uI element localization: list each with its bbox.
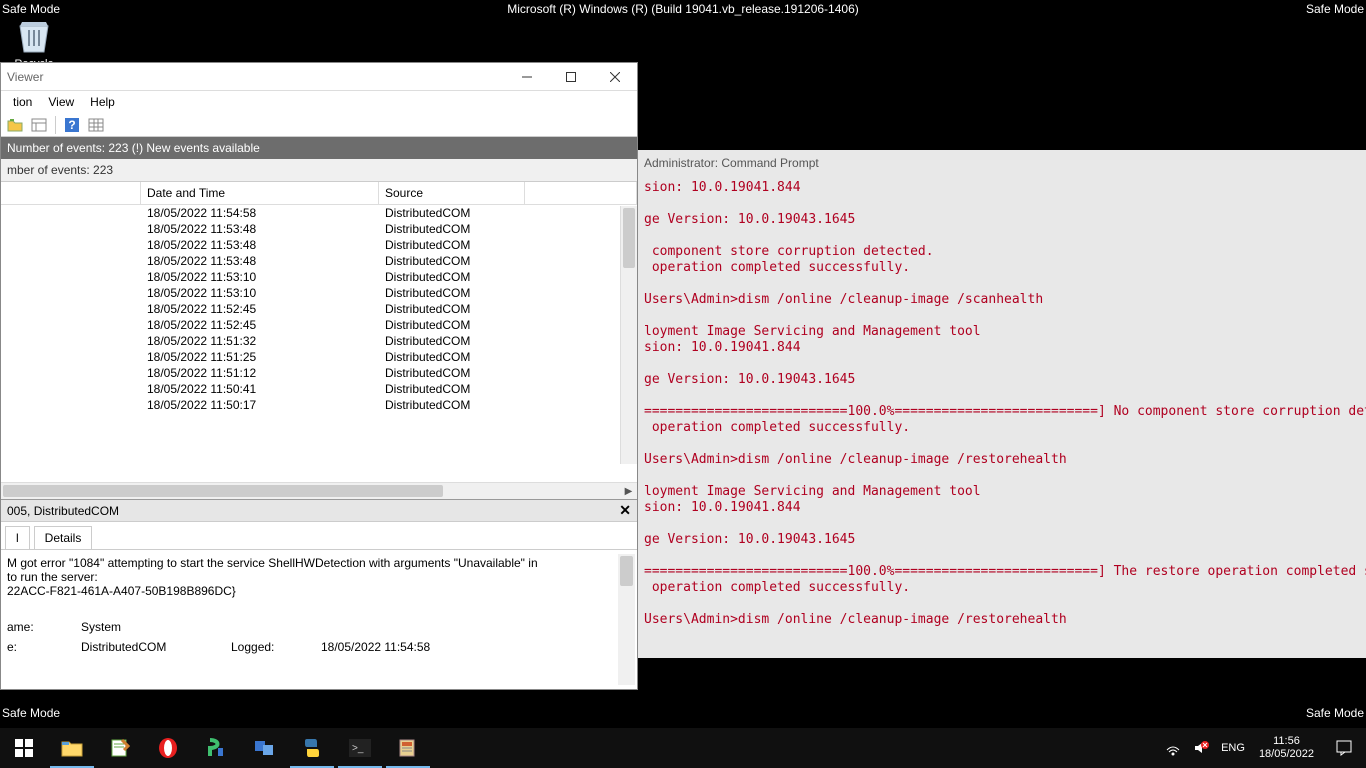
minimize-button[interactable] xyxy=(505,63,549,91)
col-blank[interactable] xyxy=(525,182,637,204)
col-datetime[interactable]: Date and Time xyxy=(141,182,379,204)
table-row[interactable]: 18/05/2022 11:53:10DistributedCOM xyxy=(1,285,637,301)
table-row[interactable]: 18/05/2022 11:52:45DistributedCOM xyxy=(1,301,637,317)
event-table-header: Date and Time Source xyxy=(1,182,637,205)
toolbar-separator xyxy=(55,116,56,134)
table-row[interactable]: 18/05/2022 11:53:48DistributedCOM xyxy=(1,221,637,237)
taskbar-time: 11:56 xyxy=(1259,735,1314,748)
event-viewer-title: Viewer xyxy=(1,70,505,84)
event-detail-line1: M got error "1084" attempting to start t… xyxy=(7,556,631,570)
watermark-top-right: Safe Mode xyxy=(1306,2,1364,16)
taskbar-file-explorer[interactable] xyxy=(48,728,96,768)
taskbar-clock[interactable]: 11:56 18/05/2022 xyxy=(1251,735,1322,761)
svg-text:?: ? xyxy=(68,118,75,132)
table-row[interactable]: 18/05/2022 11:51:32DistributedCOM xyxy=(1,333,637,349)
toolbar-open-icon[interactable] xyxy=(5,115,25,135)
table-row[interactable]: 18/05/2022 11:50:41DistributedCOM xyxy=(1,381,637,397)
tray-volume-icon[interactable] xyxy=(1187,728,1215,768)
event-summary-bar: Number of events: 223 (!) New events ava… xyxy=(1,137,637,159)
watermark-bottom-left: Safe Mode xyxy=(2,706,60,720)
toolbar-help-icon[interactable]: ? xyxy=(62,115,82,135)
command-prompt-title: Administrator: Command Prompt xyxy=(644,156,819,170)
kv-logged-key: Logged: xyxy=(231,640,321,654)
kv-logged-val: 18/05/2022 11:54:58 xyxy=(321,640,471,654)
tab-general[interactable]: l xyxy=(5,526,30,549)
menu-action[interactable]: tion xyxy=(5,93,40,111)
table-row[interactable]: 18/05/2022 11:53:48DistributedCOM xyxy=(1,237,637,253)
menu-view[interactable]: View xyxy=(40,93,82,111)
table-row[interactable]: 18/05/2022 11:53:10DistributedCOM xyxy=(1,269,637,285)
tray-wifi-icon[interactable] xyxy=(1159,728,1187,768)
event-detail-vscrollbar[interactable] xyxy=(618,554,635,685)
maximize-button[interactable] xyxy=(549,63,593,91)
event-viewer-toolbar: ? xyxy=(1,113,637,137)
taskbar: >_ ENG 11:56 18/05/2022 xyxy=(0,728,1366,768)
taskbar-app-green[interactable] xyxy=(192,728,240,768)
taskbar-event-viewer[interactable] xyxy=(384,728,432,768)
kv-logname-key: ame: xyxy=(7,620,81,634)
table-row[interactable]: 18/05/2022 11:51:25DistributedCOM xyxy=(1,349,637,365)
table-row[interactable]: 18/05/2022 11:52:45DistributedCOM xyxy=(1,317,637,333)
event-detail-line2: to run the server: xyxy=(7,570,631,584)
kv-source-val: DistributedCOM xyxy=(81,640,231,654)
toolbar-grid-icon[interactable] xyxy=(86,115,106,135)
event-detail-pane: 005, DistributedCOM ✕ l Details M got er… xyxy=(1,499,637,689)
event-table-vscrollbar[interactable] xyxy=(620,206,637,464)
taskbar-python[interactable] xyxy=(288,728,336,768)
svg-text:>_: >_ xyxy=(352,743,364,754)
tab-details[interactable]: Details xyxy=(34,526,93,549)
tray-language[interactable]: ENG xyxy=(1215,728,1251,768)
start-button[interactable] xyxy=(0,728,48,768)
event-sub-summary: mber of events: 223 xyxy=(1,159,637,182)
taskbar-command-prompt[interactable]: >_ xyxy=(336,728,384,768)
watermark-build: Microsoft (R) Windows (R) (Build 19041.v… xyxy=(507,2,859,16)
col-source[interactable]: Source xyxy=(379,182,525,204)
taskbar-opera[interactable] xyxy=(144,728,192,768)
tray-notifications-icon[interactable] xyxy=(1322,728,1366,768)
kv-logname-val: System xyxy=(81,620,231,634)
event-detail-header: 005, DistributedCOM ✕ xyxy=(1,500,637,522)
table-row[interactable]: 18/05/2022 11:50:17DistributedCOM xyxy=(1,397,637,413)
command-prompt-window: Administrator: Command Prompt sion: 10.0… xyxy=(638,150,1366,658)
event-detail-close-icon[interactable]: ✕ xyxy=(619,502,631,519)
taskbar-app-blue[interactable] xyxy=(240,728,288,768)
menu-help[interactable]: Help xyxy=(82,93,123,111)
recycle-bin-icon xyxy=(14,16,54,56)
table-row[interactable]: 18/05/2022 11:54:58DistributedCOM xyxy=(1,205,637,221)
command-prompt-titlebar[interactable]: Administrator: Command Prompt xyxy=(638,150,1366,176)
taskbar-notepadpp[interactable] xyxy=(96,728,144,768)
event-viewer-window: Viewer tion View Help ? Number of events… xyxy=(0,62,638,690)
event-viewer-titlebar[interactable]: Viewer xyxy=(1,63,637,91)
col-level[interactable] xyxy=(1,182,141,204)
event-detail-line3: 22ACC-F821-461A-A407-50B198B896DC} xyxy=(7,584,631,598)
event-table-hscrollbar[interactable]: ▶ xyxy=(1,482,637,499)
watermark-bottom-right: Safe Mode xyxy=(1306,706,1364,720)
command-prompt-body[interactable]: sion: 10.0.19041.844 ge Version: 10.0.19… xyxy=(638,176,1366,658)
taskbar-date: 18/05/2022 xyxy=(1259,748,1314,761)
event-viewer-menubar: tion View Help xyxy=(1,91,637,113)
event-table: Date and Time Source 18/05/2022 11:54:58… xyxy=(1,182,637,499)
table-row[interactable]: 18/05/2022 11:53:48DistributedCOM xyxy=(1,253,637,269)
close-button[interactable] xyxy=(593,63,637,91)
kv-source-key: e: xyxy=(7,640,81,654)
toolbar-properties-icon[interactable] xyxy=(29,115,49,135)
event-detail-title: 005, DistributedCOM xyxy=(7,504,119,518)
watermark-top-left: Safe Mode xyxy=(2,2,60,16)
table-row[interactable]: 18/05/2022 11:51:12DistributedCOM xyxy=(1,365,637,381)
